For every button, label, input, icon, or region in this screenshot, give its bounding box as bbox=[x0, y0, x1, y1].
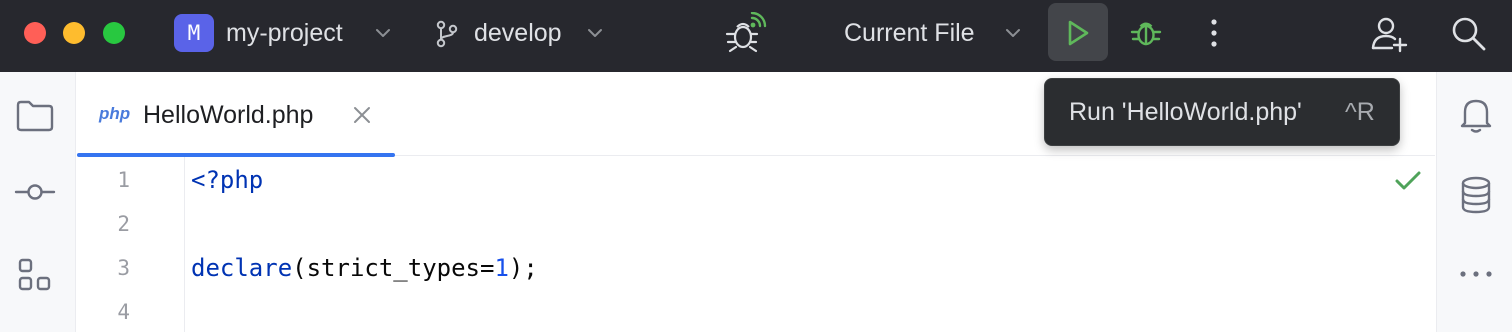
chevron-down-icon bbox=[588, 29, 602, 37]
commit-icon[interactable] bbox=[14, 180, 56, 204]
search-icon[interactable] bbox=[1450, 15, 1488, 53]
close-icon[interactable] bbox=[353, 106, 371, 124]
chevron-down-icon bbox=[376, 29, 390, 37]
notifications-icon[interactable] bbox=[1459, 96, 1493, 134]
zoom-window-button[interactable] bbox=[103, 22, 125, 44]
add-user-icon[interactable] bbox=[1370, 14, 1410, 54]
code-token: ); bbox=[508, 254, 538, 282]
left-tool-window-strip bbox=[0, 72, 76, 332]
no-problems-check-icon[interactable] bbox=[1394, 170, 1422, 192]
php-file-icon: php bbox=[99, 104, 131, 123]
structure-icon[interactable] bbox=[18, 258, 52, 292]
code-token: 1 bbox=[494, 254, 509, 282]
project-name: my-project bbox=[226, 19, 343, 47]
code-token: (strict_types= bbox=[292, 254, 495, 282]
tab-label: HelloWorld.php bbox=[143, 101, 314, 129]
minimize-window-button[interactable] bbox=[63, 22, 85, 44]
run-config-label: Current File bbox=[844, 19, 975, 47]
debug-icon[interactable] bbox=[1130, 16, 1162, 48]
line-number: 1 bbox=[117, 168, 130, 192]
code-editor[interactable]: <?php declare(strict_types=1); bbox=[191, 157, 1435, 332]
run-play-icon bbox=[1068, 20, 1089, 46]
code-line: <?php bbox=[191, 166, 263, 194]
line-number-gutter: 1 2 3 4 bbox=[77, 157, 185, 332]
close-window-button[interactable] bbox=[24, 22, 46, 44]
line-number: 3 bbox=[117, 256, 130, 280]
line-number: 2 bbox=[117, 212, 130, 236]
branch-name: develop bbox=[474, 19, 562, 47]
debug-bug-icon[interactable] bbox=[724, 12, 768, 54]
main-toolbar: M my-project develop Current File bbox=[0, 0, 1512, 72]
run-tooltip: Run 'HelloWorld.php' ^R bbox=[1044, 78, 1400, 146]
more-horizontal-icon[interactable] bbox=[1459, 268, 1493, 280]
line-number: 4 bbox=[117, 300, 130, 324]
code-token: declare bbox=[191, 254, 293, 282]
code-line: declare(strict_types=1); bbox=[191, 254, 538, 282]
tooltip-shortcut: ^R bbox=[1345, 98, 1375, 126]
chevron-down-icon bbox=[1006, 29, 1020, 37]
git-branch-icon bbox=[436, 20, 458, 48]
more-vertical-icon[interactable] bbox=[1208, 18, 1220, 48]
run-button[interactable] bbox=[1048, 3, 1108, 61]
right-tool-window-strip bbox=[1436, 72, 1512, 332]
database-icon[interactable] bbox=[1459, 176, 1493, 214]
code-token: <?php bbox=[191, 166, 264, 194]
tooltip-text: Run 'HelloWorld.php' bbox=[1069, 98, 1302, 126]
tab-helloworld-php[interactable]: php HelloWorld.php bbox=[77, 72, 395, 157]
project-avatar: M bbox=[174, 14, 214, 52]
folder-icon[interactable] bbox=[16, 100, 54, 132]
